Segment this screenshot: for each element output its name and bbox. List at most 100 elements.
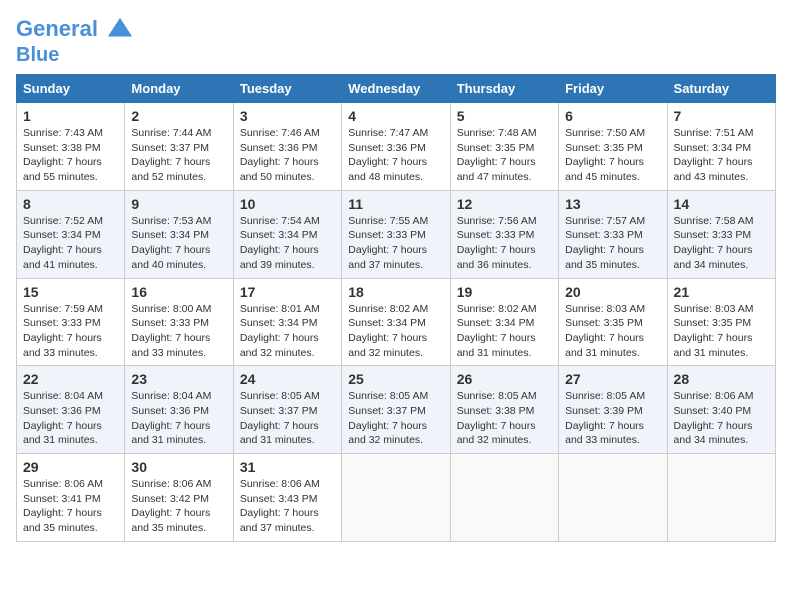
- day-number: 19: [457, 284, 552, 300]
- day-number: 30: [131, 459, 226, 475]
- cell-info: Sunrise: 8:04 AMSunset: 3:36 PMDaylight:…: [23, 390, 103, 446]
- cell-info: Sunrise: 8:05 AMSunset: 3:39 PMDaylight:…: [565, 390, 645, 446]
- calendar-cell: [342, 454, 450, 542]
- day-number: 8: [23, 196, 118, 212]
- calendar-cell: 5 Sunrise: 7:48 AMSunset: 3:35 PMDayligh…: [450, 103, 558, 191]
- calendar-cell: 3 Sunrise: 7:46 AMSunset: 3:36 PMDayligh…: [233, 103, 341, 191]
- calendar-cell: 15 Sunrise: 7:59 AMSunset: 3:33 PMDaylig…: [17, 278, 125, 366]
- day-number: 27: [565, 371, 660, 387]
- calendar-header: SundayMondayTuesdayWednesdayThursdayFrid…: [17, 75, 776, 103]
- calendar-cell: 11 Sunrise: 7:55 AMSunset: 3:33 PMDaylig…: [342, 190, 450, 278]
- calendar-cell: 27 Sunrise: 8:05 AMSunset: 3:39 PMDaylig…: [559, 366, 667, 454]
- calendar-cell: 30 Sunrise: 8:06 AMSunset: 3:42 PMDaylig…: [125, 454, 233, 542]
- cell-info: Sunrise: 8:03 AMSunset: 3:35 PMDaylight:…: [674, 303, 754, 359]
- day-number: 1: [23, 108, 118, 124]
- cell-info: Sunrise: 8:06 AMSunset: 3:42 PMDaylight:…: [131, 478, 211, 534]
- day-number: 3: [240, 108, 335, 124]
- cell-info: Sunrise: 8:02 AMSunset: 3:34 PMDaylight:…: [457, 303, 537, 359]
- day-number: 24: [240, 371, 335, 387]
- calendar-cell: [450, 454, 558, 542]
- calendar-cell: 29 Sunrise: 8:06 AMSunset: 3:41 PMDaylig…: [17, 454, 125, 542]
- day-number: 10: [240, 196, 335, 212]
- calendar-cell: 16 Sunrise: 8:00 AMSunset: 3:33 PMDaylig…: [125, 278, 233, 366]
- calendar-cell: 1 Sunrise: 7:43 AMSunset: 3:38 PMDayligh…: [17, 103, 125, 191]
- cell-info: Sunrise: 7:46 AMSunset: 3:36 PMDaylight:…: [240, 127, 320, 183]
- calendar-cell: 7 Sunrise: 7:51 AMSunset: 3:34 PMDayligh…: [667, 103, 775, 191]
- day-number: 6: [565, 108, 660, 124]
- cell-info: Sunrise: 8:06 AMSunset: 3:40 PMDaylight:…: [674, 390, 754, 446]
- cell-info: Sunrise: 7:53 AMSunset: 3:34 PMDaylight:…: [131, 215, 211, 271]
- calendar-cell: 21 Sunrise: 8:03 AMSunset: 3:35 PMDaylig…: [667, 278, 775, 366]
- day-number: 23: [131, 371, 226, 387]
- cell-info: Sunrise: 8:06 AMSunset: 3:43 PMDaylight:…: [240, 478, 320, 534]
- cell-info: Sunrise: 7:54 AMSunset: 3:34 PMDaylight:…: [240, 215, 320, 271]
- calendar-cell: 12 Sunrise: 7:56 AMSunset: 3:33 PMDaylig…: [450, 190, 558, 278]
- calendar-cell: 31 Sunrise: 8:06 AMSunset: 3:43 PMDaylig…: [233, 454, 341, 542]
- day-number: 5: [457, 108, 552, 124]
- cell-info: Sunrise: 8:05 AMSunset: 3:37 PMDaylight:…: [348, 390, 428, 446]
- calendar-cell: 14 Sunrise: 7:58 AMSunset: 3:33 PMDaylig…: [667, 190, 775, 278]
- calendar-table: SundayMondayTuesdayWednesdayThursdayFrid…: [16, 74, 776, 542]
- day-number: 31: [240, 459, 335, 475]
- day-number: 28: [674, 371, 769, 387]
- weekday-header: Friday: [559, 75, 667, 103]
- cell-info: Sunrise: 8:03 AMSunset: 3:35 PMDaylight:…: [565, 303, 645, 359]
- cell-info: Sunrise: 7:59 AMSunset: 3:33 PMDaylight:…: [23, 303, 103, 359]
- calendar-cell: 9 Sunrise: 7:53 AMSunset: 3:34 PMDayligh…: [125, 190, 233, 278]
- cell-info: Sunrise: 8:00 AMSunset: 3:33 PMDaylight:…: [131, 303, 211, 359]
- day-number: 7: [674, 108, 769, 124]
- calendar-cell: 25 Sunrise: 8:05 AMSunset: 3:37 PMDaylig…: [342, 366, 450, 454]
- calendar-cell: 8 Sunrise: 7:52 AMSunset: 3:34 PMDayligh…: [17, 190, 125, 278]
- calendar-cell: 2 Sunrise: 7:44 AMSunset: 3:37 PMDayligh…: [125, 103, 233, 191]
- calendar-cell: 19 Sunrise: 8:02 AMSunset: 3:34 PMDaylig…: [450, 278, 558, 366]
- calendar-cell: 13 Sunrise: 7:57 AMSunset: 3:33 PMDaylig…: [559, 190, 667, 278]
- day-number: 20: [565, 284, 660, 300]
- cell-info: Sunrise: 7:52 AMSunset: 3:34 PMDaylight:…: [23, 215, 103, 271]
- calendar-cell: 18 Sunrise: 8:02 AMSunset: 3:34 PMDaylig…: [342, 278, 450, 366]
- weekday-header: Saturday: [667, 75, 775, 103]
- cell-info: Sunrise: 7:51 AMSunset: 3:34 PMDaylight:…: [674, 127, 754, 183]
- day-number: 25: [348, 371, 443, 387]
- day-number: 9: [131, 196, 226, 212]
- weekday-header: Wednesday: [342, 75, 450, 103]
- day-number: 26: [457, 371, 552, 387]
- calendar-cell: 24 Sunrise: 8:05 AMSunset: 3:37 PMDaylig…: [233, 366, 341, 454]
- cell-info: Sunrise: 7:44 AMSunset: 3:37 PMDaylight:…: [131, 127, 211, 183]
- logo-text: General: [16, 16, 134, 44]
- weekday-header: Sunday: [17, 75, 125, 103]
- day-number: 16: [131, 284, 226, 300]
- calendar-cell: 6 Sunrise: 7:50 AMSunset: 3:35 PMDayligh…: [559, 103, 667, 191]
- weekday-header: Monday: [125, 75, 233, 103]
- day-number: 2: [131, 108, 226, 124]
- calendar-cell: 26 Sunrise: 8:05 AMSunset: 3:38 PMDaylig…: [450, 366, 558, 454]
- cell-info: Sunrise: 7:57 AMSunset: 3:33 PMDaylight:…: [565, 215, 645, 271]
- logo: General Blue: [16, 16, 134, 66]
- weekday-header: Tuesday: [233, 75, 341, 103]
- cell-info: Sunrise: 7:55 AMSunset: 3:33 PMDaylight:…: [348, 215, 428, 271]
- day-number: 15: [23, 284, 118, 300]
- calendar-cell: 28 Sunrise: 8:06 AMSunset: 3:40 PMDaylig…: [667, 366, 775, 454]
- day-number: 18: [348, 284, 443, 300]
- cell-info: Sunrise: 8:06 AMSunset: 3:41 PMDaylight:…: [23, 478, 103, 534]
- calendar-cell: 23 Sunrise: 8:04 AMSunset: 3:36 PMDaylig…: [125, 366, 233, 454]
- cell-info: Sunrise: 7:48 AMSunset: 3:35 PMDaylight:…: [457, 127, 537, 183]
- calendar-cell: 17 Sunrise: 8:01 AMSunset: 3:34 PMDaylig…: [233, 278, 341, 366]
- day-number: 17: [240, 284, 335, 300]
- day-number: 22: [23, 371, 118, 387]
- cell-info: Sunrise: 7:47 AMSunset: 3:36 PMDaylight:…: [348, 127, 428, 183]
- calendar-cell: [667, 454, 775, 542]
- calendar-cell: [559, 454, 667, 542]
- cell-info: Sunrise: 8:05 AMSunset: 3:37 PMDaylight:…: [240, 390, 320, 446]
- cell-info: Sunrise: 8:05 AMSunset: 3:38 PMDaylight:…: [457, 390, 537, 446]
- cell-info: Sunrise: 7:50 AMSunset: 3:35 PMDaylight:…: [565, 127, 645, 183]
- cell-info: Sunrise: 8:01 AMSunset: 3:34 PMDaylight:…: [240, 303, 320, 359]
- day-number: 11: [348, 196, 443, 212]
- day-number: 4: [348, 108, 443, 124]
- day-number: 21: [674, 284, 769, 300]
- cell-info: Sunrise: 8:02 AMSunset: 3:34 PMDaylight:…: [348, 303, 428, 359]
- weekday-header: Thursday: [450, 75, 558, 103]
- cell-info: Sunrise: 7:58 AMSunset: 3:33 PMDaylight:…: [674, 215, 754, 271]
- day-number: 13: [565, 196, 660, 212]
- day-number: 12: [457, 196, 552, 212]
- day-number: 14: [674, 196, 769, 212]
